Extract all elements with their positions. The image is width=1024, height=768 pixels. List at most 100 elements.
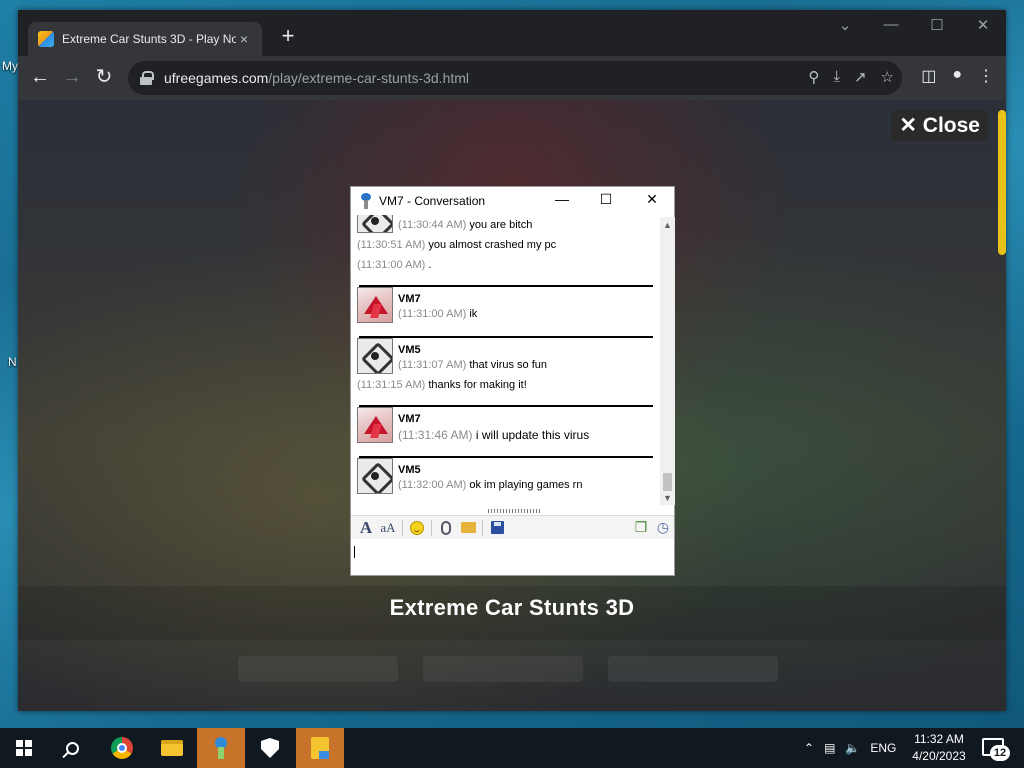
back-button[interactable]: ← (26, 66, 54, 88)
copy-icon[interactable]: ❐ (630, 518, 652, 538)
avatar (357, 215, 393, 233)
share-icon[interactable]: ↗ (854, 68, 867, 86)
messenger-icon (211, 737, 231, 759)
sender-name: VM7 (398, 413, 421, 425)
taskbar-security[interactable] (246, 728, 294, 768)
lock-icon[interactable] (140, 71, 154, 85)
close-button[interactable]: ✕ (637, 191, 667, 208)
tray-overflow-icon[interactable]: ⌃ (804, 741, 814, 755)
bookmark-star-icon[interactable]: ☆ (881, 68, 894, 86)
sender-name: VM7 (398, 293, 421, 305)
blurred-button[interactable] (238, 656, 398, 682)
message-line: (11:30:44 AM) you are bitch (398, 219, 533, 231)
address-bar[interactable]: ufreegames.com/play/extreme-car-stunts-3… (128, 61, 902, 95)
maximize-button[interactable]: ☐ (591, 191, 621, 208)
toolbar-divider (402, 519, 403, 536)
conversation-title: VM7 - Conversation (379, 194, 486, 208)
favicon-icon (38, 31, 54, 47)
sender-name: VM5 (398, 464, 421, 476)
taskbar-messenger[interactable] (197, 728, 245, 768)
page-scrollbar[interactable] (998, 110, 1006, 255)
minimize-button[interactable]: — (868, 16, 914, 33)
message-separator (359, 405, 653, 407)
scroll-down-icon[interactable]: ▼ (663, 493, 672, 503)
toolbar-divider (482, 519, 483, 536)
tab-bar: Extreme Car Stunts 3D - Play Now × + ⌄ —… (18, 10, 1006, 56)
send-files-icon[interactable] (457, 518, 479, 538)
browser-toolbar: ← → ↻ ufreegames.com/play/extreme-car-st… (18, 56, 1006, 100)
install-icon[interactable]: ⤓ (833, 68, 840, 86)
new-tab-button[interactable]: + (276, 24, 300, 48)
sender-name: VM5 (398, 344, 421, 356)
avatar (357, 338, 393, 374)
conversation-window: VM7 - Conversation — ☐ ✕ (11:30:44 AM) y… (350, 186, 675, 576)
taskbar-file[interactable] (296, 728, 344, 768)
history-scrollbar[interactable]: ▲ ▼ (660, 217, 675, 505)
message-input[interactable] (351, 539, 674, 575)
reload-button[interactable]: ↻ (90, 66, 118, 88)
message-line: (11:31:00 AM) ik (398, 308, 478, 320)
message-line: (11:31:07 AM) that virus so fun (398, 359, 547, 371)
font-icon[interactable]: A (355, 518, 377, 538)
browser-tab[interactable]: Extreme Car Stunts 3D - Play Now × (28, 22, 262, 56)
avatar (357, 287, 393, 323)
file-icon (311, 737, 329, 759)
history-icon[interactable]: ◷ (652, 518, 674, 538)
clock-date: 4/20/2023 (912, 749, 966, 763)
language-indicator[interactable]: ENG (870, 741, 896, 755)
search-button[interactable] (48, 728, 96, 768)
taskbar: ⌃ ▤ 🔈 ENG 11:32 AM 4/20/2023 12 (0, 728, 1024, 768)
notification-count: 12 (990, 745, 1010, 761)
message-line: (11:30:51 AM) you almost crashed my pc (357, 239, 557, 251)
font-size-icon[interactable]: aA (377, 518, 399, 538)
emoticon-icon[interactable] (406, 518, 428, 538)
messenger-icon (359, 193, 373, 209)
message-line: (11:31:15 AM) thanks for making it! (357, 379, 527, 391)
taskbar-chrome[interactable] (98, 728, 146, 768)
taskbar-file-explorer[interactable] (148, 728, 196, 768)
message-separator (359, 336, 653, 338)
menu-icon[interactable]: ⋮ (978, 66, 994, 86)
url-host: ufreegames.com (164, 70, 269, 86)
chrome-icon (111, 737, 133, 759)
start-icon (16, 740, 32, 756)
network-icon[interactable]: ▤ (824, 741, 835, 755)
clock-time: 11:32 AM (914, 732, 964, 746)
nudge-icon[interactable] (435, 518, 457, 538)
desktop-icon-label[interactable]: My (2, 59, 18, 73)
system-tray: ⌃ ▤ 🔈 ENG (804, 728, 896, 768)
format-toolbar: A aA ❐ ◷ (351, 515, 674, 539)
blurred-button[interactable] (608, 656, 778, 682)
clock[interactable]: 11:32 AM 4/20/2023 (906, 731, 972, 765)
scroll-thumb[interactable] (663, 473, 672, 491)
scroll-up-icon[interactable]: ▲ (663, 220, 672, 230)
close-window-button[interactable]: ✕ (960, 16, 1006, 34)
minimize-button[interactable]: — (547, 191, 577, 207)
profile-icon[interactable]: ● (952, 66, 962, 86)
forward-button[interactable]: → (58, 66, 86, 88)
desktop-icon-label[interactable]: N (8, 355, 17, 369)
toolbar-divider (431, 519, 432, 536)
side-panel-icon[interactable]: ◫ (921, 66, 936, 86)
text-caret (354, 546, 355, 558)
blurred-button[interactable] (423, 656, 583, 682)
maximize-button[interactable]: ☐ (914, 16, 960, 34)
message-history[interactable]: (11:30:44 AM) you are bitch (11:30:51 AM… (355, 215, 661, 510)
search-icon[interactable]: ⚲ (808, 68, 819, 86)
message-separator (359, 456, 653, 458)
message-line: (11:31:46 AM) i will update this virus (398, 428, 590, 442)
splitter-grip[interactable] (488, 509, 540, 513)
volume-icon[interactable]: 🔈 (845, 741, 860, 755)
tab-title: Extreme Car Stunts 3D - Play Now (62, 32, 236, 46)
avatar (357, 407, 393, 443)
tab-search-icon[interactable]: ⌄ (822, 16, 868, 34)
conversation-titlebar[interactable]: VM7 - Conversation — ☐ ✕ (351, 187, 674, 215)
close-game-button[interactable]: ✕ Close (891, 110, 988, 141)
start-button[interactable] (0, 728, 48, 768)
url-path: /play/extreme-car-stunts-3d.html (268, 70, 470, 86)
message-line: (11:32:00 AM) ok im playing games rn (398, 479, 583, 491)
file-explorer-icon (161, 740, 183, 756)
game-title: Extreme Car Stunts 3D (389, 595, 635, 620)
tab-close-icon[interactable]: × (236, 31, 252, 47)
save-icon[interactable] (486, 518, 508, 538)
